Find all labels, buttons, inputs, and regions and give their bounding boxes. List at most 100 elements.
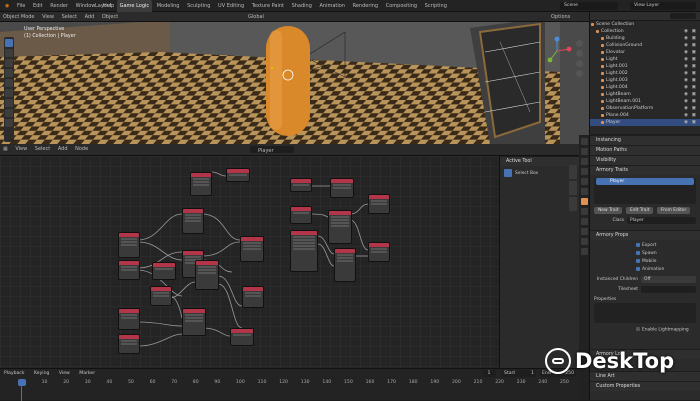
render-camera-icon[interactable]: ▣	[692, 119, 696, 126]
tab-sculpting[interactable]: Sculpting	[184, 0, 213, 12]
panel-visibility[interactable]: Visibility	[590, 155, 700, 165]
render-camera-icon[interactable]: ▣	[692, 42, 696, 49]
logic-node[interactable]	[230, 328, 254, 346]
logic-node[interactable]	[152, 262, 176, 280]
logic-node[interactable]	[242, 286, 264, 308]
logic-node[interactable]	[240, 236, 264, 262]
visibility-eye-icon[interactable]: ◉	[684, 35, 688, 42]
logic-node[interactable]	[182, 208, 204, 234]
tab-shading[interactable]: Shading	[289, 0, 315, 12]
render-camera-icon[interactable]: ▣	[692, 63, 696, 70]
panel-motion-paths[interactable]: Motion Paths	[590, 145, 700, 155]
spawn-checkbox[interactable]: Spawn	[636, 250, 700, 258]
trait-item[interactable]: Player	[596, 178, 694, 185]
outliner-row[interactable]: Light ◉ ▣	[590, 56, 700, 63]
node-menu-add[interactable]: Add	[55, 144, 71, 154]
animation-checkbox[interactable]: Animation	[636, 266, 700, 274]
visibility-eye-icon[interactable]: ◉	[684, 105, 688, 112]
logic-node[interactable]	[290, 230, 318, 272]
editor-type-icon[interactable]: ▦	[0, 144, 11, 154]
tab-scripting[interactable]: Scripting	[422, 0, 450, 12]
outliner-search-input[interactable]	[670, 13, 696, 19]
cursor-icon[interactable]	[5, 49, 13, 57]
menu-render[interactable]: Render	[47, 0, 71, 12]
instanced-children-dropdown[interactable]: Off	[641, 276, 696, 283]
options-dropdown[interactable]: Options	[548, 12, 573, 22]
logic-node[interactable]	[290, 178, 312, 192]
select-box-tool-icon[interactable]	[504, 169, 512, 177]
logic-node[interactable]	[118, 260, 140, 280]
logic-node[interactable]	[118, 308, 140, 330]
panel-custom-properties[interactable]: Custom Properties	[590, 380, 700, 391]
outliner-row[interactable]: Light.001 ◉ ▣	[590, 63, 700, 70]
tab-uv-editing[interactable]: UV Editing	[215, 0, 247, 12]
visibility-eye-icon[interactable]: ◉	[684, 56, 688, 63]
outliner-row[interactable]: ObservationPlatform ◉ ▣	[590, 105, 700, 112]
render-camera-icon[interactable]: ▣	[692, 70, 696, 77]
logic-node[interactable]	[226, 168, 250, 182]
export-checkbox[interactable]: Export	[636, 242, 700, 250]
timeline-view-menu[interactable]: View	[59, 371, 70, 376]
playhead[interactable]	[18, 379, 26, 386]
view-layer-tab-icon[interactable]	[580, 168, 588, 175]
modifier-tab-icon[interactable]	[580, 208, 588, 215]
menu-edit[interactable]: Edit	[30, 0, 46, 12]
tab-texture-paint[interactable]: Texture Paint	[249, 0, 287, 12]
node-editor-canvas[interactable]	[0, 156, 499, 368]
outliner-row[interactable]: LightBeam.001 ◉ ▣	[590, 98, 700, 105]
material-tab-icon[interactable]	[580, 248, 588, 255]
scale-icon[interactable]	[5, 79, 13, 87]
scene-tab-icon[interactable]	[580, 178, 588, 185]
add-cube-icon[interactable]	[5, 119, 13, 127]
tab-rendering[interactable]: Rendering	[350, 0, 382, 12]
render-camera-icon[interactable]: ▣	[692, 98, 696, 105]
logic-node[interactable]	[190, 172, 212, 196]
armory-tab[interactable]	[569, 197, 577, 211]
visibility-eye-icon[interactable]: ◉	[684, 70, 688, 77]
tilesheet-field[interactable]	[641, 286, 696, 293]
panel-instancing[interactable]: Instancing	[590, 135, 700, 145]
outliner-row[interactable]: Light.003 ◉ ▣	[590, 77, 700, 84]
logic-node[interactable]	[334, 248, 356, 282]
measure-icon[interactable]	[5, 109, 13, 117]
class-field[interactable]: Player	[627, 217, 696, 224]
navigation-gizmo[interactable]	[542, 36, 572, 66]
render-camera-icon[interactable]: ▣	[692, 28, 696, 35]
camera-view-icon[interactable]	[576, 60, 583, 67]
outliner-row[interactable]: Light.002 ◉ ▣	[590, 70, 700, 77]
transform-icon[interactable]	[5, 89, 13, 97]
edit-trait-button[interactable]: Edit Trait	[626, 207, 654, 214]
panel-armory-traits[interactable]: Armory Traits	[590, 165, 700, 175]
blender-logo-icon[interactable]: ◉	[2, 0, 12, 12]
visibility-eye-icon[interactable]: ◉	[684, 49, 688, 56]
keying-menu[interactable]: Keying	[34, 371, 49, 376]
tool-tab-icon[interactable]	[580, 138, 588, 145]
node-tree-selector[interactable]: Player	[250, 146, 294, 154]
visibility-eye-icon[interactable]: ◉	[684, 119, 688, 126]
render-camera-icon[interactable]: ▣	[692, 56, 696, 63]
logic-node[interactable]	[328, 210, 352, 244]
outliner-row[interactable]: Building ◉ ▣	[590, 35, 700, 42]
viewport-menu-object[interactable]: Object	[99, 12, 121, 22]
visibility-eye-icon[interactable]: ◉	[684, 84, 688, 91]
logic-node[interactable]	[368, 242, 390, 262]
render-camera-icon[interactable]: ▣	[692, 35, 696, 42]
visibility-eye-icon[interactable]: ◉	[684, 91, 688, 98]
tab-modeling[interactable]: Modeling	[154, 0, 183, 12]
outliner-row[interactable]: Player ◉ ▣	[590, 119, 700, 126]
render-tab-icon[interactable]	[580, 148, 588, 155]
outliner-row[interactable]: Plane.004 ◉ ▣	[590, 112, 700, 119]
annotate-icon[interactable]	[5, 99, 13, 107]
render-camera-icon[interactable]: ▣	[692, 91, 696, 98]
node-menu-select[interactable]: Select	[32, 144, 53, 154]
outliner-row[interactable]: Collection ◉ ▣	[590, 28, 700, 35]
grid-view-icon[interactable]	[576, 70, 583, 77]
world-tab-icon[interactable]	[580, 188, 588, 195]
logic-node[interactable]	[118, 334, 140, 354]
constraints-tab-icon[interactable]	[580, 228, 588, 235]
visibility-eye-icon[interactable]: ◉	[684, 98, 688, 105]
from-editor-button[interactable]: From Editor	[657, 207, 691, 214]
move-icon[interactable]	[5, 59, 13, 67]
menu-file[interactable]: File	[14, 0, 28, 12]
view-tab[interactable]	[569, 181, 577, 195]
